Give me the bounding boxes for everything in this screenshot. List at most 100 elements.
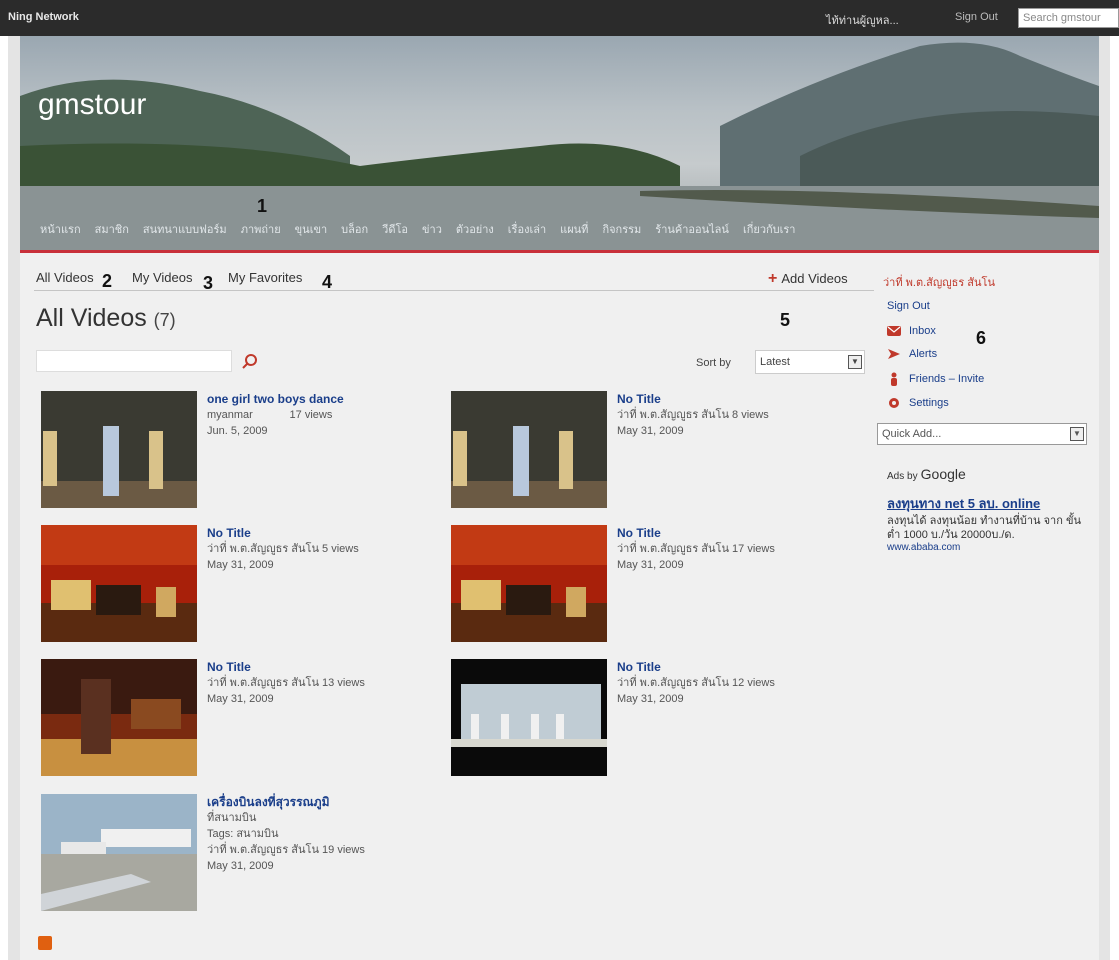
video-thumbnail[interactable] [451,525,607,642]
nav-item[interactable]: หน้าแรก [40,220,81,238]
sidebar-item-settings[interactable]: Settings [887,396,949,410]
ad-body: ลงทุนได้ ลงทุนน้อย ทำงานที่บ้าน จาก ขั้น… [887,515,1081,541]
nav-item[interactable]: บล็อก [341,220,368,238]
rss-icon[interactable] [38,936,52,950]
sidebar-item-inbox[interactable]: Inbox [887,325,936,337]
site-title[interactable]: gmstour [38,88,146,122]
quick-add-value: Quick Add... [882,428,942,440]
annotation-marker: 2 [102,271,113,291]
nav-item[interactable]: เรื่องเล่า [508,220,546,238]
network-search-input[interactable]: Search gmstour [1018,8,1119,28]
sidebar-item-alerts[interactable]: Alerts [887,348,937,360]
video-title-link[interactable]: No Title [207,659,407,675]
video-thumbnail[interactable] [41,794,197,911]
nav-item[interactable]: สมาชิก [95,220,129,238]
tab-all-videos[interactable]: All Videos [36,270,94,285]
annotation-marker: 6 [976,328,987,348]
nav-item[interactable]: ข่าว [422,220,442,238]
nav-item[interactable]: สนทนาแบบฟอร์ม [143,220,227,238]
network-brand-link[interactable]: Ning Network [8,11,79,23]
ad-title-link[interactable]: ลงทุนทาง net 5 ลบ. online [887,496,1087,512]
video-info: No Title ว่าที่ พ.ต.สัญญูธร สันโน 17 vie… [617,525,817,573]
video-date: May 31, 2009 [617,559,684,571]
gear-icon [889,398,899,408]
video-author-link[interactable]: ว่าที่ พ.ต.สัญญูธร สันโน [207,543,319,555]
video-author: myanmar 17 views [207,407,407,423]
video-author: ว่าที่ พ.ต.สัญญูธร สันโน 17 views [617,541,817,557]
ad-url-link[interactable]: www.ababa.com [887,542,1087,553]
sidebar-signout-link[interactable]: Sign Out [887,300,930,312]
nav-item[interactable]: เกี่ยวกับเรา [743,220,796,238]
sidebar-item-friends[interactable]: Friends – Invite [887,372,984,386]
video-author-link[interactable]: ว่าที่ พ.ต.สัญญูธร สันโน [617,677,729,689]
video-author-link[interactable]: ว่าที่ พ.ต.สัญญูธร สันโน [207,677,319,689]
video-info: one girl two boys dance myanmar 17 views… [207,391,407,439]
nav-item[interactable]: ร้านค้าออนไลน์ [655,220,729,238]
nav-item[interactable]: ภาพถ่าย [241,220,281,238]
video-title-link[interactable]: No Title [617,525,817,541]
stage-performance-image [451,525,607,642]
ads-by-label: Ads by [887,471,918,482]
search-icon[interactable] [240,352,260,372]
video-tags[interactable]: Tags: สนามบิน [207,826,407,842]
video-title-link[interactable]: No Title [617,391,817,407]
user-name-link[interactable]: ไท้ท่านผู้ญูหล... [826,11,899,29]
plus-icon: + [768,270,778,287]
video-search-input[interactable] [36,350,232,372]
sort-select[interactable]: Latest ▼ [755,350,865,374]
video-date: May 31, 2009 [207,559,274,571]
nav-item[interactable]: แผนที่ [560,220,588,238]
video-author-link[interactable]: ว่าที่ พ.ต.สัญญูธร สันโน [617,409,729,421]
top-bar: Ning Network ไท้ท่านผู้ญูหล... Sign Out … [0,0,1119,36]
stage-performance-image [41,525,197,642]
stage-performance-image [41,659,197,776]
nav-item[interactable]: ขุนเขา [295,220,328,238]
video-title-link[interactable]: No Title [617,659,817,675]
tab-my-videos[interactable]: My Videos [132,270,192,285]
video-thumbnail[interactable] [451,391,607,508]
page-title-text: All Videos [36,304,147,332]
video-author: ว่าที่ พ.ต.สัญญูธร สันโน 12 views [617,675,817,691]
video-title-link[interactable]: No Title [207,525,407,541]
dance-scene-image [41,391,197,508]
video-thumbnail[interactable] [41,659,197,776]
add-videos-button[interactable]: + Add Videos [768,270,848,288]
video-item: No Title ว่าที่ พ.ต.สัญญูธร สันโน 5 view… [41,525,401,645]
sidebar-item-label: Inbox [909,325,936,337]
envelope-icon [887,326,901,336]
video-title-link[interactable]: one girl two boys dance [207,391,407,407]
nav-item[interactable]: วีดีโอ [382,220,408,238]
video-thumbnail[interactable] [41,525,197,642]
video-item: No Title ว่าที่ พ.ต.สัญญูธร สันโน 17 vie… [451,525,811,645]
video-item: No Title ว่าที่ พ.ต.สัญญูธร สันโน 12 vie… [451,659,811,779]
top-signout-link[interactable]: Sign Out [955,11,998,23]
sidebar-item-label: Alerts [909,348,938,360]
video-views: 13 views [322,677,365,689]
video-author-link[interactable]: myanmar [207,409,253,421]
video-thumbnail[interactable] [41,391,197,508]
add-videos-label: Add Videos [781,271,848,286]
nav-item[interactable]: ตัวอย่าง [456,220,494,238]
sidebar-user-link[interactable]: ว่าที่ พ.ต.สัญญูธร สันโน [883,273,995,291]
annotation-marker: 1 [257,196,268,216]
quick-add-select[interactable]: Quick Add... ▼ [877,423,1087,445]
video-title-link[interactable]: เครื่องบินลงที่สุวรรณภูมิ [207,794,407,810]
video-author-link[interactable]: ว่าที่ พ.ต.สัญญูธร สันโน [207,844,319,856]
person-icon [891,372,897,386]
video-date: May 31, 2009 [207,860,274,872]
video-info: No Title ว่าที่ พ.ต.สัญญูธร สันโน 5 view… [207,525,407,573]
annotation-marker: 5 [780,310,791,330]
video-author-link[interactable]: ว่าที่ พ.ต.สัญญูธร สันโน [617,543,729,555]
page-title: All Videos (7) [36,304,176,333]
airplane-image [41,794,197,911]
video-views: 19 views [322,844,365,856]
video-author: ว่าที่ พ.ต.สัญญูธร สันโน 5 views [207,541,407,557]
video-thumbnail[interactable] [451,659,607,776]
video-item: No Title ว่าที่ พ.ต.สัญญูธร สันโน 13 vie… [41,659,401,779]
video-views: 17 views [732,543,775,555]
google-logo[interactable]: Google [921,466,966,482]
chevron-down-icon: ▼ [848,355,862,369]
nav-item[interactable]: กิจกรรม [602,220,641,238]
video-views: 17 views [289,409,333,421]
tab-my-favorites[interactable]: My Favorites [228,270,302,285]
